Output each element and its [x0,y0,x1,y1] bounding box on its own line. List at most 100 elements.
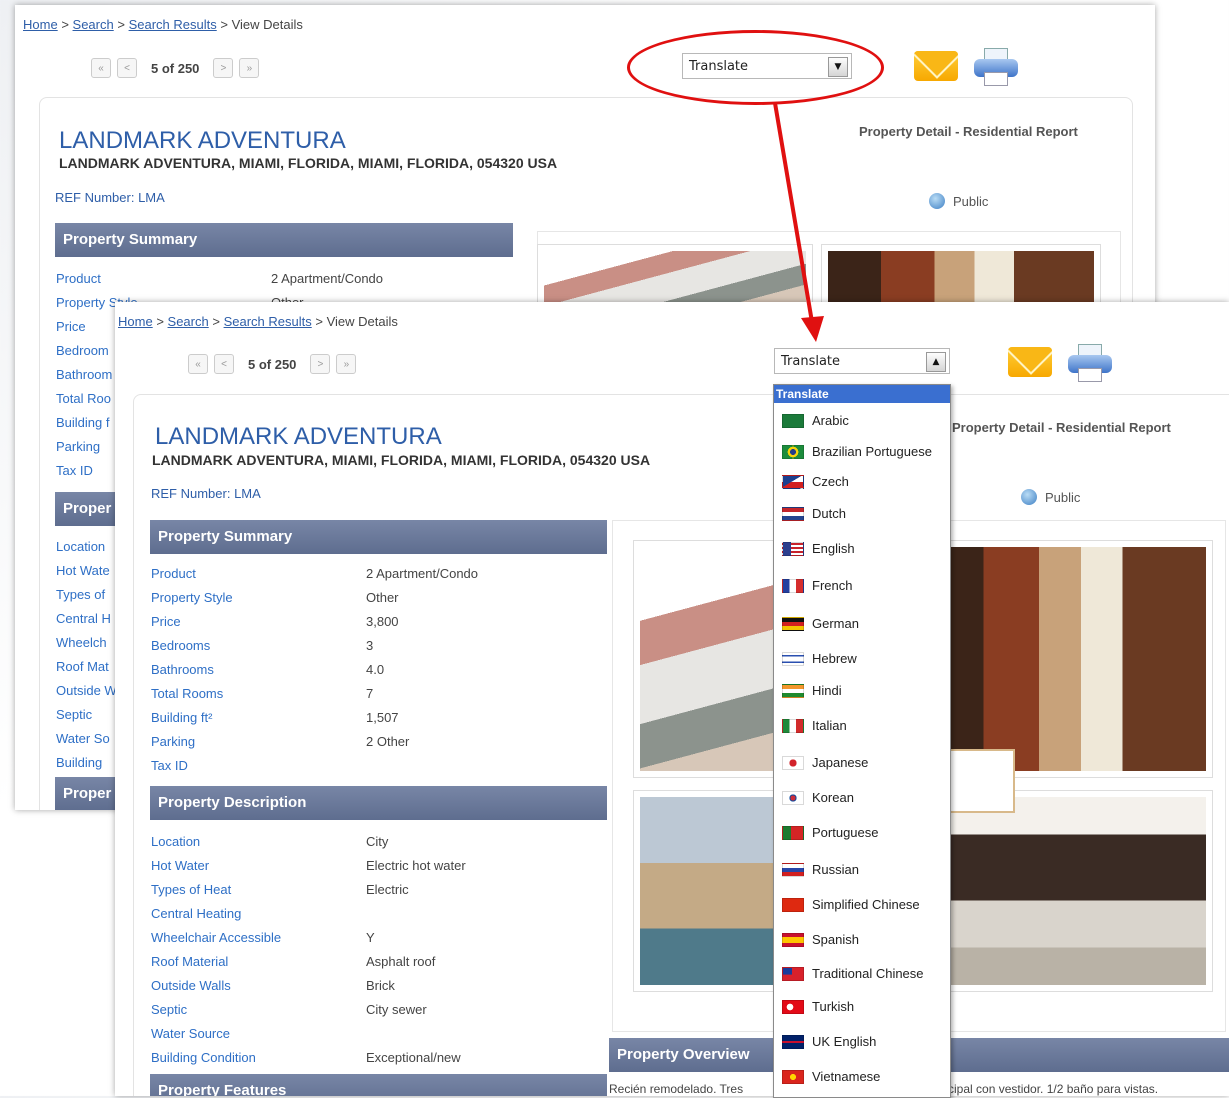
description-key: Roof Material [151,954,229,969]
description-key: Location [56,539,106,554]
description-key: Septic [151,1002,188,1017]
summary-key: Bathroom [56,367,113,382]
first-record-button[interactable]: « [91,58,111,78]
language-option-korean[interactable]: Korean [782,790,854,805]
description-key: Types of [56,587,106,602]
description-row: Roof Material Asphalt roof [151,954,601,978]
breadcrumb-search[interactable]: Search [73,17,114,32]
ref-number: REF Number: LMA [151,486,261,501]
last-record-button[interactable]: » [336,354,357,374]
summary-row: Bedrooms 3 [151,638,601,662]
language-option-german[interactable]: German [782,616,859,631]
breadcrumb: Home > Search > Search Results > View De… [118,314,398,329]
flag-gb-icon [782,1034,804,1049]
flag-de-icon [782,616,804,631]
description-key: Hot Wate [56,563,110,578]
summary-value: 7 [366,686,374,701]
language-option-dutch[interactable]: Dutch [782,506,846,521]
language-option-traditional-chinese[interactable]: Traditional Chinese [782,966,924,981]
language-option-portuguese[interactable]: Portuguese [782,825,879,840]
summary-value: 2 Other [366,734,410,749]
property-photo[interactable] [921,540,1213,778]
language-option-russian[interactable]: Russian [782,862,859,877]
property-photo[interactable] [921,790,1213,992]
translate-select[interactable]: Translate ▲ [774,348,950,374]
flag-jp-icon [782,755,804,770]
language-option-hebrew[interactable]: Hebrew [782,651,857,666]
description-value: Electric [366,882,409,897]
summary-key: Tax ID [56,463,93,478]
flag-vn-icon [782,1069,804,1084]
flag-in-icon [782,683,804,698]
breadcrumb-results[interactable]: Search Results [129,17,217,32]
first-record-button[interactable]: « [188,354,208,374]
summary-row: Building ft² 1,507 [151,710,601,734]
language-option-vietnamese[interactable]: Vietnamese [782,1069,880,1084]
flag-es-icon [782,932,804,947]
language-option-italian[interactable]: Italian [782,718,847,733]
next-record-button[interactable]: > [213,58,234,78]
description-key: Building [56,755,103,770]
breadcrumb-home[interactable]: Home [23,17,58,32]
property-address: LANDMARK ADVENTURA, MIAMI, FLORIDA, MIAM… [152,452,651,468]
language-option-english[interactable]: English [782,541,855,556]
language-option-french[interactable]: French [782,578,852,593]
flag-nl-icon [782,506,804,521]
summary-key: Bedroom [56,343,109,358]
next-record-button[interactable]: > [310,354,331,374]
translate-option-header[interactable]: Translate [774,385,950,403]
record-pager: « < 5 of 250 > » [91,58,260,78]
language-option-spanish[interactable]: Spanish [782,932,859,947]
flag-tw-icon [782,966,804,981]
flag-us-icon [782,541,804,556]
language-option-uk-english[interactable]: UK English [782,1034,876,1049]
breadcrumb-current: View Details [231,17,303,32]
description-key: Septic [56,707,93,722]
summary-key: Building f [56,415,110,430]
email-icon[interactable] [914,51,958,81]
summary-key: Product [56,271,101,286]
language-option-japanese[interactable]: Japanese [782,755,868,770]
description-value: Exceptional/new [366,1050,461,1065]
language-option-arabic[interactable]: Arabic [782,413,849,428]
description-value: Y [366,930,375,945]
description-key: Outside Walls [151,978,231,993]
language-option-hindi[interactable]: Hindi [782,683,842,698]
summary-row: Tax ID [151,758,601,782]
chevron-up-icon: ▲ [926,352,946,372]
email-icon[interactable] [1008,347,1052,377]
description-row: Hot Water Electric hot water [151,858,601,882]
breadcrumb-results[interactable]: Search Results [224,314,312,329]
overview-text-right: cipal con vestidor. 1/2 baño para vistas… [948,1082,1159,1096]
print-icon[interactable] [974,48,1018,86]
property-address: LANDMARK ADVENTURA, MIAMI, FLORIDA, MIAM… [59,155,558,171]
description-value: City sewer [366,1002,427,1017]
language-option-czech[interactable]: Czech [782,474,849,489]
summary-row: Bathrooms 4.0 [151,662,601,686]
summary-row: Property Style Other [151,590,601,614]
record-count: 5 of 250 [151,60,200,76]
language-option-simplified-chinese[interactable]: Simplified Chinese [782,897,920,912]
language-option-brazilian-portuguese[interactable]: Brazilian Portuguese [782,444,932,459]
summary-value: 4.0 [366,662,385,677]
flag-fr-icon [782,578,804,593]
flag-it-icon [782,718,804,733]
language-option-turkish[interactable]: Turkish [782,999,854,1014]
property-summary-header: Property Summary [55,223,513,257]
description-value: City [366,834,389,849]
description-key: Hot Water [151,858,210,873]
description-row: Types of Heat Electric [151,882,601,906]
description-key: Central H [56,611,111,626]
last-record-button[interactable]: » [239,58,260,78]
visibility-status: Public [1021,489,1080,505]
prev-record-button[interactable]: < [117,58,137,78]
description-key: Outside W [56,683,117,698]
print-icon[interactable] [1068,344,1112,382]
callout-ellipse [627,30,884,105]
breadcrumb-home[interactable]: Home [118,314,153,329]
summary-row: Product 2 Apartment/Condo [151,566,601,590]
ref-number: REF Number: LMA [55,190,165,205]
breadcrumb-search[interactable]: Search [168,314,209,329]
prev-record-button[interactable]: < [214,354,234,374]
property-name: LANDMARK ADVENTURA [155,423,442,450]
